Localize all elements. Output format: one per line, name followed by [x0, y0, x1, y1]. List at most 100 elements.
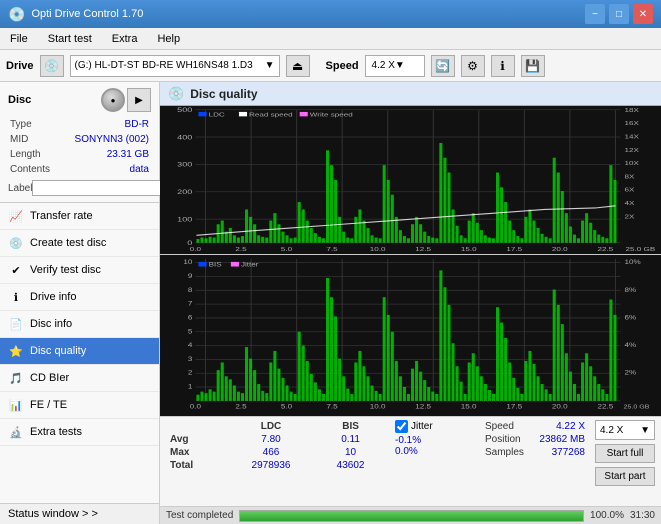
- nav-disc-quality[interactable]: ⭐ Disc quality: [0, 338, 159, 365]
- svg-text:200: 200: [177, 188, 193, 196]
- svg-text:0.0: 0.0: [190, 403, 201, 410]
- main-content: 💿 Disc quality: [160, 82, 661, 524]
- stats-row-avg: Avg 7.80 0.11: [166, 433, 385, 446]
- stats-col-bis: BIS: [316, 420, 385, 433]
- label-label: Label: [8, 183, 32, 194]
- nav-transfer-rate[interactable]: 📈 Transfer rate: [0, 203, 159, 230]
- svg-text:6%: 6%: [625, 314, 637, 321]
- svg-text:Jitter: Jitter: [241, 261, 259, 268]
- stats-max-ldc: 466: [226, 446, 316, 459]
- speed-info: Speed 4.22 X Position 23862 MB Samples 3…: [485, 420, 585, 459]
- status-window-label: Status window > >: [8, 508, 98, 520]
- dropdown-arrow-icon: ▼: [640, 425, 650, 436]
- svg-text:10.0: 10.0: [370, 403, 386, 410]
- start-part-button[interactable]: Start part: [595, 467, 655, 486]
- drive-label: Drive: [6, 60, 34, 72]
- nav-transfer-rate-label: Transfer rate: [30, 210, 93, 222]
- svg-text:0.0: 0.0: [190, 246, 201, 253]
- svg-text:20.0: 20.0: [552, 403, 568, 410]
- menu-start-test[interactable]: Start test: [42, 31, 98, 47]
- nav-disc-info[interactable]: 📄 Disc info: [0, 311, 159, 338]
- refresh-button[interactable]: 🔄: [431, 55, 455, 77]
- svg-text:25.0 GB: 25.0 GB: [624, 404, 650, 410]
- minimize-button[interactable]: −: [585, 4, 605, 24]
- verify-test-disc-icon: ✔: [8, 262, 24, 278]
- start-full-button[interactable]: Start full: [595, 444, 655, 463]
- progress-text: 100.0%: [590, 510, 624, 521]
- svg-text:Write speed: Write speed: [310, 111, 353, 118]
- svg-text:8X: 8X: [625, 173, 635, 180]
- chart-header: 💿 Disc quality: [160, 82, 661, 106]
- bis-chart: 10 9 8 7 6 5 4 3 2 1 10% 8% 6% 4% 2%: [160, 255, 661, 416]
- sidebar: Disc ● ▶ Type BD-R MID SONYNN3 (002) Len…: [0, 82, 160, 524]
- info-button[interactable]: ℹ: [491, 55, 515, 77]
- speed-selector[interactable]: 4.2 X ▼: [365, 55, 425, 77]
- svg-text:22.5: 22.5: [597, 403, 613, 410]
- type-label: Type: [10, 118, 58, 131]
- stats-row-max: Max 466 10: [166, 446, 385, 459]
- save-button[interactable]: 💾: [521, 55, 545, 77]
- svg-text:14X: 14X: [625, 134, 640, 141]
- svg-text:22.5: 22.5: [597, 246, 613, 253]
- settings-button[interactable]: ⚙: [461, 55, 485, 77]
- jitter-checkbox[interactable]: [395, 420, 408, 433]
- drive-icon: 💿: [40, 55, 64, 77]
- stats-avg-bis: 0.11: [316, 433, 385, 446]
- nav-cd-bier[interactable]: 🎵 CD BIer: [0, 365, 159, 392]
- menu-extra[interactable]: Extra: [106, 31, 144, 47]
- nav-drive-info[interactable]: ℹ Drive info: [0, 284, 159, 311]
- svg-text:12.5: 12.5: [415, 403, 431, 410]
- jitter-label: Jitter: [411, 421, 433, 432]
- svg-text:10.0: 10.0: [370, 246, 386, 253]
- svg-text:1: 1: [188, 383, 193, 390]
- nav-create-test-disc-label: Create test disc: [30, 237, 106, 249]
- create-test-disc-icon: 💿: [8, 235, 24, 251]
- drive-selector[interactable]: (G:) HL-DT-ST BD-RE WH16NS48 1.D3 ▼: [70, 55, 280, 77]
- type-value: BD-R: [60, 118, 149, 131]
- nav-disc-quality-label: Disc quality: [30, 345, 86, 357]
- action-speed-dropdown[interactable]: 4.2 X ▼: [595, 420, 655, 440]
- transfer-rate-icon: 📈: [8, 208, 24, 224]
- app-title: Opti Drive Control 1.70: [31, 8, 143, 20]
- jitter-section: Jitter -0.1% 0.0%: [395, 420, 475, 457]
- nav-create-test-disc[interactable]: 💿 Create test disc: [0, 230, 159, 257]
- nav-disc-info-label: Disc info: [30, 318, 72, 330]
- contents-label: Contents: [10, 163, 58, 176]
- status-window[interactable]: Status window > >: [0, 503, 159, 524]
- samples-label: Samples: [485, 447, 524, 458]
- mid-label: MID: [10, 133, 58, 146]
- svg-text:12.5: 12.5: [415, 246, 431, 253]
- nav-fe-te[interactable]: 📊 FE / TE: [0, 392, 159, 419]
- svg-text:25.0 GB: 25.0 GB: [626, 246, 656, 253]
- svg-text:4%: 4%: [625, 342, 637, 349]
- svg-text:8%: 8%: [625, 287, 637, 294]
- svg-text:300: 300: [177, 161, 193, 169]
- stats-avg-label: Avg: [166, 433, 226, 446]
- chart-header-icon: 💿: [168, 86, 184, 102]
- svg-text:2X: 2X: [625, 213, 635, 220]
- close-button[interactable]: ✕: [633, 4, 653, 24]
- maximize-button[interactable]: □: [609, 4, 629, 24]
- position-label: Position: [485, 434, 521, 445]
- svg-text:7.5: 7.5: [326, 246, 337, 253]
- svg-text:10%: 10%: [625, 259, 642, 266]
- menu-help[interactable]: Help: [151, 31, 186, 47]
- svg-text:5: 5: [188, 328, 193, 335]
- disc-action-btn[interactable]: ▶: [127, 88, 151, 112]
- position-value: 23862 MB: [539, 434, 585, 445]
- label-input[interactable]: [32, 180, 170, 196]
- cd-bier-icon: 🎵: [8, 370, 24, 386]
- stats-max-label: Max: [166, 446, 226, 459]
- nav-extra-tests-label: Extra tests: [30, 426, 82, 438]
- menu-file[interactable]: File: [4, 31, 34, 47]
- stats-row-total: Total 2978936 43602: [166, 459, 385, 472]
- svg-text:7.5: 7.5: [326, 403, 337, 410]
- svg-text:15.0: 15.0: [461, 246, 477, 253]
- svg-text:18X: 18X: [625, 107, 640, 114]
- nav-extra-tests[interactable]: 🔬 Extra tests: [0, 419, 159, 446]
- nav-verify-test-disc[interactable]: ✔ Verify test disc: [0, 257, 159, 284]
- eject-button[interactable]: ⏏: [286, 55, 310, 77]
- disc-info-table: Type BD-R MID SONYNN3 (002) Length 23.31…: [8, 116, 151, 178]
- contents-value: data: [60, 163, 149, 176]
- svg-text:LDC: LDC: [209, 111, 225, 118]
